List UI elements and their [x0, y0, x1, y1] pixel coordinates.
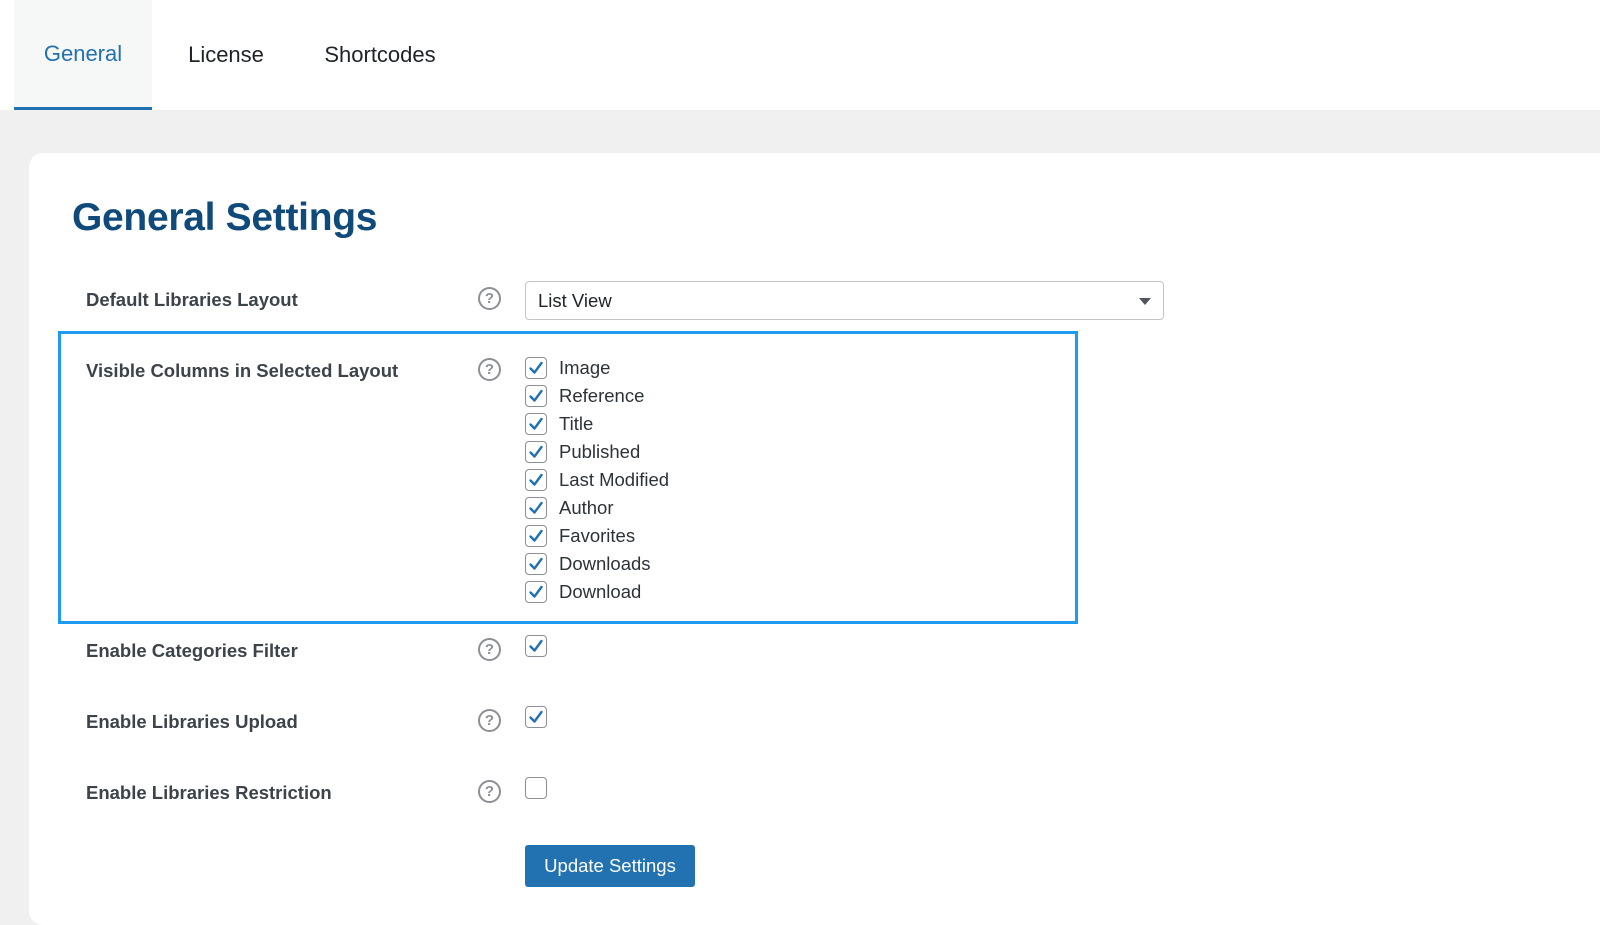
checkmark-icon: [529, 557, 543, 570]
checkmark-icon: [529, 445, 543, 458]
tab-license[interactable]: License: [166, 0, 286, 110]
visible-column-option-label: Favorites: [559, 525, 636, 546]
visible-column-option[interactable]: Last Modified: [525, 466, 669, 494]
visible-column-option[interactable]: Image: [525, 354, 669, 382]
categories-filter-label: Enable Categories Filter: [86, 640, 298, 661]
visible-column-option[interactable]: Downloads: [525, 550, 669, 578]
categories-filter-checkbox[interactable]: [525, 635, 547, 657]
visible-columns-list: Image Reference Title Published Last Modifie…: [525, 354, 669, 606]
checkbox-checked-icon[interactable]: [525, 581, 547, 603]
checkbox-checked-icon[interactable]: [525, 469, 547, 491]
visible-column-option-label: Published: [559, 441, 641, 462]
checkbox-checked-icon[interactable]: [525, 553, 547, 575]
categories-filter-help-icon[interactable]: ?: [478, 638, 501, 661]
libraries-restriction-help-icon[interactable]: ?: [478, 780, 501, 803]
checkbox-checked-icon[interactable]: [525, 385, 547, 407]
tab-shortcodes[interactable]: Shortcodes: [300, 0, 460, 110]
visible-columns-help-icon[interactable]: ?: [478, 358, 501, 381]
checkmark-icon: [529, 585, 543, 598]
visible-column-option-label: Download: [559, 581, 642, 602]
visible-column-option-label: Author: [559, 497, 614, 518]
visible-column-option[interactable]: Author: [525, 494, 669, 522]
checkmark-icon: [529, 361, 543, 374]
visible-column-option-label: Downloads: [559, 553, 651, 574]
visible-column-option[interactable]: Title: [525, 410, 669, 438]
visible-column-option[interactable]: Favorites: [525, 522, 669, 550]
update-settings-button[interactable]: Update Settings: [525, 845, 695, 887]
checkmark-icon: [529, 389, 543, 402]
checkbox-checked-icon[interactable]: [525, 497, 547, 519]
checkmark-icon: [529, 710, 543, 723]
visible-columns-label: Visible Columns in Selected Layout: [86, 360, 399, 381]
libraries-upload-label: Enable Libraries Upload: [86, 711, 298, 732]
settings-tab-bar: General License Shortcodes: [0, 0, 1600, 110]
checkmark-icon: [529, 529, 543, 542]
checkbox-checked-icon[interactable]: [525, 413, 547, 435]
default-layout-help-icon[interactable]: ?: [478, 287, 501, 310]
checkbox-checked-icon[interactable]: [525, 441, 547, 463]
checkmark-icon: [529, 473, 543, 486]
libraries-upload-checkbox[interactable]: [525, 706, 547, 728]
libraries-upload-help-icon[interactable]: ?: [478, 709, 501, 732]
libraries-restriction-checkbox[interactable]: [525, 777, 547, 799]
checkbox-checked-icon[interactable]: [525, 635, 547, 657]
visible-column-option-label: Title: [559, 413, 594, 434]
default-layout-select[interactable]: List View: [525, 281, 1164, 320]
default-layout-label: Default Libraries Layout: [86, 289, 298, 310]
libraries-restriction-label: Enable Libraries Restriction: [86, 782, 332, 803]
checkmark-icon: [529, 639, 543, 652]
visible-column-option-label: Reference: [559, 385, 645, 406]
visible-column-option-label: Last Modified: [559, 469, 670, 490]
visible-column-option[interactable]: Published: [525, 438, 669, 466]
checkbox-checked-icon[interactable]: [525, 357, 547, 379]
checkmark-icon: [529, 417, 543, 430]
checkbox-checked-icon[interactable]: [525, 525, 547, 547]
checkbox-checked-icon[interactable]: [525, 706, 547, 728]
checkmark-icon: [529, 501, 543, 514]
default-layout-value: List View: [538, 289, 612, 311]
visible-column-option-label: Image: [559, 357, 611, 378]
visible-column-option[interactable]: Reference: [525, 382, 669, 410]
visible-column-option[interactable]: Download: [525, 578, 669, 606]
page-title: General Settings: [72, 196, 378, 239]
tab-general[interactable]: General: [14, 0, 152, 110]
checkbox-empty-icon[interactable]: [525, 777, 547, 799]
chevron-down-icon: [1139, 298, 1151, 305]
